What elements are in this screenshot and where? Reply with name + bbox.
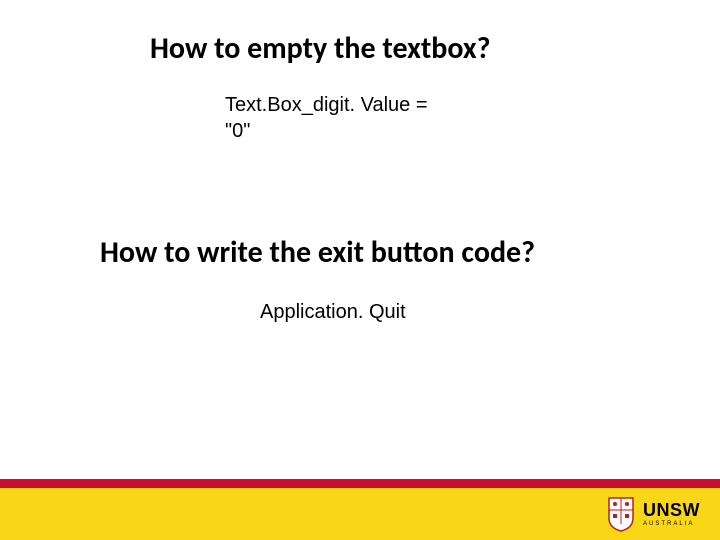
code-line: Text.Box_digit. Value = bbox=[225, 92, 720, 118]
code-exit-button: Application. Quit bbox=[260, 301, 720, 324]
code-line: "0" bbox=[225, 118, 720, 144]
unsw-logo-text: UNSW bbox=[643, 501, 700, 519]
footer-red-bar bbox=[0, 479, 720, 488]
unsw-logo-subtext: AUSTRALIA bbox=[643, 521, 694, 527]
unsw-crest-icon bbox=[607, 496, 635, 532]
footer: UNSW AUSTRALIA bbox=[0, 479, 720, 540]
unsw-logo: UNSW AUSTRALIA bbox=[607, 496, 700, 532]
heading-empty-textbox: How to empty the textbox? bbox=[150, 30, 720, 67]
heading-exit-button: How to write the exit button code? bbox=[100, 234, 720, 271]
code-empty-textbox: Text.Box_digit. Value = "0" bbox=[225, 92, 720, 144]
slide-content: How to empty the textbox? Text.Box_digit… bbox=[0, 0, 720, 324]
unsw-text: UNSW AUSTRALIA bbox=[643, 501, 700, 527]
footer-yellow-bar: UNSW AUSTRALIA bbox=[0, 488, 720, 540]
